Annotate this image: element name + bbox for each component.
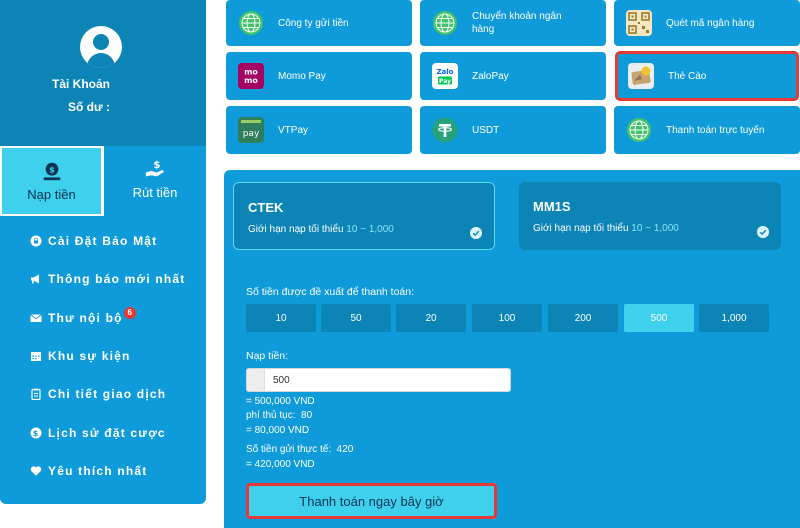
amount-option-50[interactable]: 50 xyxy=(321,304,391,332)
tab-withdraw-label: Rút tiền xyxy=(132,185,178,200)
profile-card: Tài Khoản Số dư : xyxy=(0,0,206,146)
provider-ctek[interactable]: CTEK Giới hạn nạp tối thiểu 10 ~ 1,000 xyxy=(233,182,495,250)
amount-option-100[interactable]: 100 xyxy=(472,304,542,332)
converted-amount: = 500,000 VND xyxy=(246,396,315,407)
deposit-page: Tài Khoản Số dư : $ Nạp tiền $ Rút tiền xyxy=(0,0,800,528)
method-label: Chuyển khoản ngân hàng xyxy=(472,11,562,35)
sidebar-item-transactions[interactable]: Chi tiết giao dịch xyxy=(0,375,206,413)
method-label: ZaloPay xyxy=(472,70,509,82)
pay-now-button[interactable]: Thanh toán ngay bây giờ xyxy=(246,483,497,519)
tether-icon xyxy=(432,117,458,143)
svg-text:Pay: Pay xyxy=(439,78,451,85)
account-label: Tài Khoản xyxy=(52,77,111,91)
deposit-amount-input[interactable] xyxy=(246,368,511,392)
sidebar-item-label: Cài Đặt Bảo Mật xyxy=(48,234,158,249)
method-momo[interactable]: mo mo Momo Pay xyxy=(226,52,412,100)
sidebar-item-security[interactable]: Cài Đặt Bảo Mật xyxy=(0,222,206,260)
fee-converted: = 80,000 VND xyxy=(246,425,310,436)
sidebar-item-notifications[interactable]: Thông báo mới nhất xyxy=(0,260,206,298)
avatar[interactable] xyxy=(80,26,122,68)
globe-icon xyxy=(239,11,263,35)
globe-icon xyxy=(627,118,651,142)
deposit-withdraw-tabs: $ Nạp tiền $ Rút tiền xyxy=(0,146,206,216)
method-label: Momo Pay xyxy=(278,70,326,82)
envelope-icon xyxy=(30,313,42,322)
calendar-icon xyxy=(31,352,41,362)
method-zalopay[interactable]: Zalo Pay ZaloPay xyxy=(420,52,606,100)
lock-icon xyxy=(30,235,42,247)
momo-logo-icon: momo xyxy=(238,63,264,89)
method-label: Quét mã ngân hàng xyxy=(666,17,755,29)
sidebar-item-label: Chi tiết giao dịch xyxy=(48,387,167,402)
sidebar: Tài Khoản Số dư : $ Nạp tiền $ Rút tiền xyxy=(0,0,206,504)
method-label: USDT xyxy=(472,124,500,136)
actual-amount-line: Số tiền gửi thực tế: 420 xyxy=(246,444,354,455)
sidebar-item-bet-history[interactable]: $ Lịch sử đặt cược xyxy=(0,413,206,451)
heart-icon xyxy=(30,466,42,476)
check-icon xyxy=(757,226,769,238)
megaphone-icon xyxy=(31,274,39,284)
check-icon xyxy=(470,227,482,239)
sidebar-item-label: Khu sự kiện xyxy=(48,349,131,364)
svg-text:$: $ xyxy=(153,160,160,171)
amount-option-20[interactable]: 20 xyxy=(396,304,466,332)
deposit-icon: $ xyxy=(43,162,60,181)
dollar-icon: $ xyxy=(30,427,42,439)
sidebar-item-events[interactable]: Khu sự kiện xyxy=(0,337,206,375)
provider-name: CTEK xyxy=(248,200,284,215)
svg-text:$: $ xyxy=(33,429,40,438)
zalopay-logo-icon: Zalo Pay xyxy=(432,63,458,89)
sidebar-item-label: Lịch sử đặt cược xyxy=(48,425,166,440)
method-label: Công ty gửi tiền xyxy=(278,17,349,29)
svg-text:pay: pay xyxy=(243,129,260,139)
sidebar-item-label: Thông báo mới nhất xyxy=(48,272,186,287)
balance-label: Số dư : xyxy=(68,100,111,114)
globe-icon xyxy=(433,11,457,35)
deposit-amount-label: Nạp tiền: xyxy=(246,350,289,362)
qr-code-icon xyxy=(626,10,652,36)
amount-option-500[interactable]: 500 xyxy=(624,304,694,332)
sidebar-menu: Cài Đặt Bảo Mật Thông báo mới nhất Thư n… xyxy=(0,222,206,490)
amount-option-1000[interactable]: 1,000 xyxy=(699,304,769,332)
tab-deposit[interactable]: $ Nạp tiền xyxy=(0,146,103,216)
deposit-panel: CTEK Giới hạn nạp tối thiểu 10 ~ 1,000 M… xyxy=(224,170,800,528)
method-label: Thanh toán trực tuyến xyxy=(666,124,765,136)
actual-converted: = 420,000 VND xyxy=(246,459,315,470)
withdraw-icon: $ xyxy=(145,160,165,177)
svg-text:Zalo: Zalo xyxy=(436,68,453,76)
method-online-payment[interactable]: Thanh toán trực tuyến xyxy=(614,106,800,154)
sidebar-item-label: Thư nội bộ xyxy=(48,310,123,325)
method-qr-scan[interactable]: Quét mã ngân hàng xyxy=(614,0,800,46)
method-usdt[interactable]: USDT xyxy=(420,106,606,154)
suggested-amounts-label: Số tiền được đề xuất để thanh toán: xyxy=(246,286,415,298)
amount-option-200[interactable]: 200 xyxy=(548,304,618,332)
amount-option-10[interactable]: 10 xyxy=(246,304,316,332)
provider-limit: Giới hạn nạp tối thiểu 10 ~ 1,000 xyxy=(248,224,394,235)
method-bank-transfer[interactable]: Chuyển khoản ngân hàng xyxy=(420,0,606,46)
sidebar-item-label: Yêu thích nhất xyxy=(48,463,148,478)
provider-mm1s[interactable]: MM1S Giới hạn nạp tối thiểu 10 ~ 1,000 xyxy=(519,182,781,250)
tab-deposit-label: Nạp tiền xyxy=(27,187,76,202)
method-label: VTPay xyxy=(278,124,309,136)
input-prefix xyxy=(247,369,265,391)
fee-line: phí thủ tục: 80 xyxy=(246,410,313,421)
clipboard-icon xyxy=(31,388,41,401)
svg-text:$: $ xyxy=(49,164,55,174)
method-scratch-card[interactable]: Thẻ Cào xyxy=(615,51,799,101)
svg-text:mo: mo xyxy=(244,76,258,85)
provider-name: MM1S xyxy=(533,199,571,214)
method-company-deposit[interactable]: Công ty gửi tiền xyxy=(226,0,412,46)
scratch-card-icon xyxy=(628,63,654,89)
method-label: Thẻ Cào xyxy=(668,70,707,82)
sidebar-item-inbox[interactable]: Thư nội bộ 6 xyxy=(0,299,206,337)
tab-withdraw[interactable]: $ Rút tiền xyxy=(103,146,206,216)
vtpay-logo-icon: pay xyxy=(238,117,264,143)
sidebar-item-favorites[interactable]: Yêu thích nhất xyxy=(0,452,206,490)
method-vtpay[interactable]: pay VTPay xyxy=(226,106,412,154)
provider-limit: Giới hạn nạp tối thiểu 10 ~ 1,000 xyxy=(533,223,679,234)
unread-badge: 6 xyxy=(123,306,136,319)
